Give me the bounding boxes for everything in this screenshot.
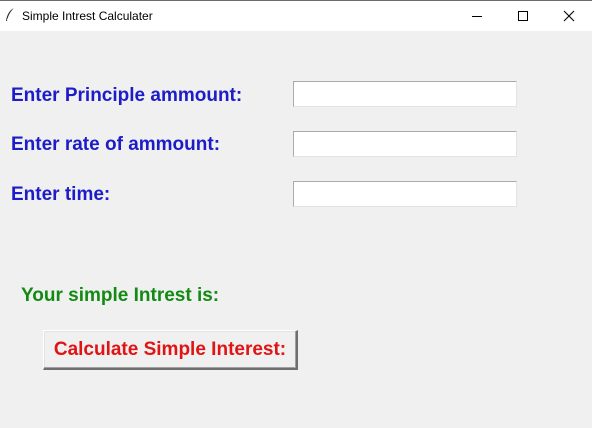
- principle-input[interactable]: [293, 81, 517, 107]
- maximize-button[interactable]: [500, 1, 546, 31]
- maximize-icon: [518, 11, 528, 21]
- close-icon: [563, 10, 575, 22]
- minimize-icon: [472, 16, 482, 17]
- result-label: Your simple Intrest is:: [21, 285, 220, 306]
- time-input[interactable]: [293, 181, 517, 207]
- minimize-button[interactable]: [454, 1, 500, 31]
- feather-icon: [4, 7, 16, 23]
- close-button[interactable]: [546, 1, 592, 31]
- rate-input[interactable]: [293, 131, 517, 157]
- time-label: Enter time:: [11, 184, 111, 205]
- calculate-button[interactable]: Calculate Simple Interest:: [43, 330, 298, 370]
- title-bar[interactable]: Simple Intrest Calculater: [0, 0, 592, 31]
- principle-label: Enter Principle ammount:: [11, 85, 243, 106]
- rate-label: Enter rate of ammount:: [11, 134, 221, 155]
- window-title: Simple Intrest Calculater: [22, 9, 153, 23]
